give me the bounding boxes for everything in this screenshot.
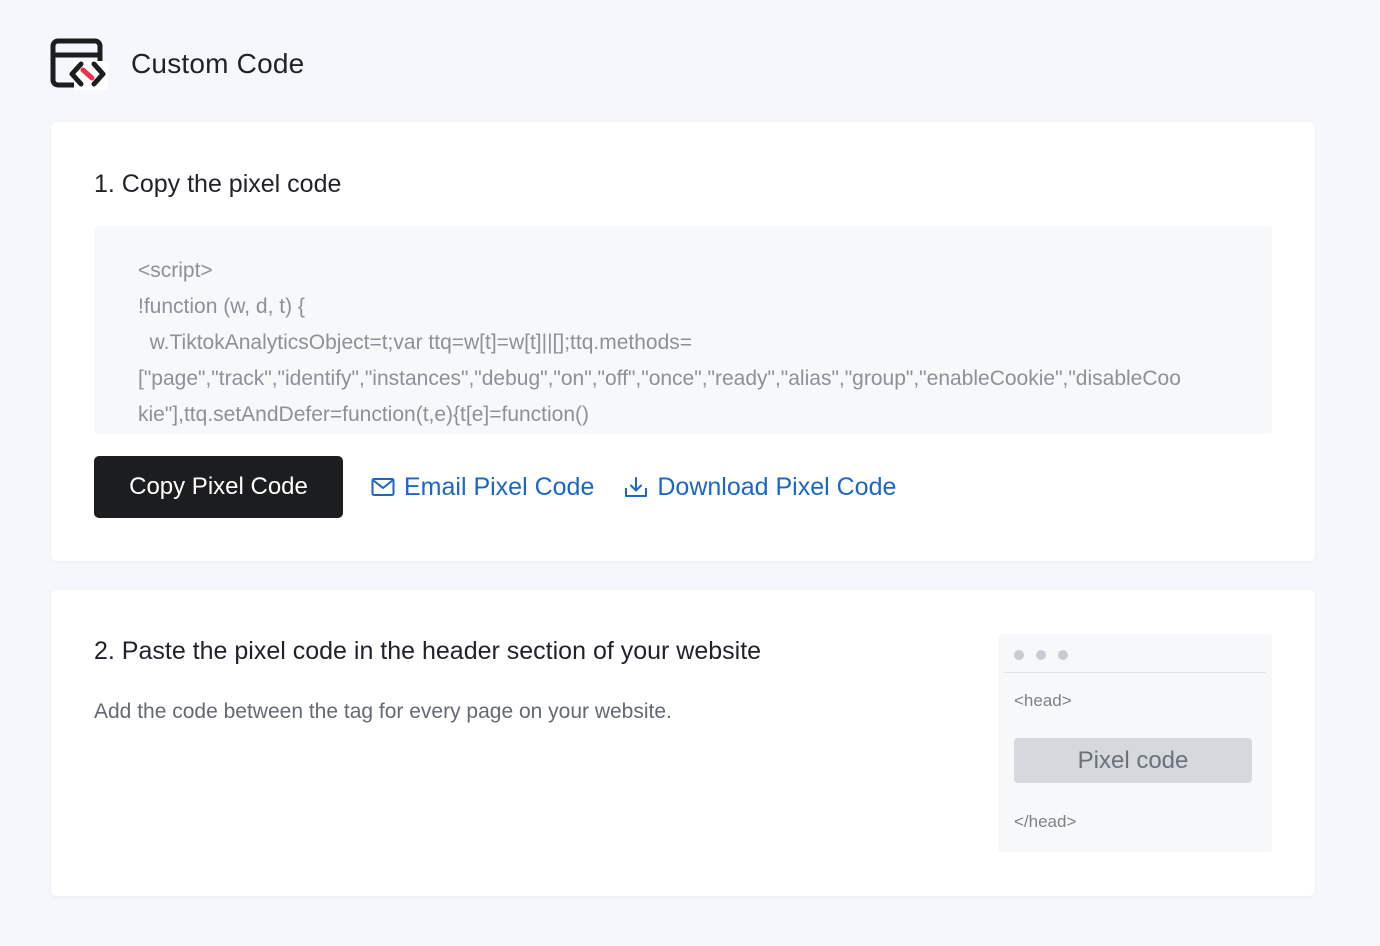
code-line: ["page","track","identify","instances","… bbox=[138, 367, 1181, 390]
paste-pixel-code-card: 2. Paste the pixel code in the header se… bbox=[51, 590, 1315, 896]
code-line: !function (w, d, t) { bbox=[138, 295, 305, 318]
code-line: kie"],ttq.setAndDefer=function(t,e){t[e]… bbox=[138, 403, 590, 426]
pixel-code-block[interactable]: <script> !function (w, d, t) { w.TiktokA… bbox=[94, 226, 1272, 434]
code-actions: Copy Pixel Code Email Pixel Code Downloa… bbox=[94, 456, 896, 518]
email-pixel-code-link[interactable]: Email Pixel Code bbox=[371, 473, 594, 502]
copy-pixel-code-button[interactable]: Copy Pixel Code bbox=[94, 456, 343, 518]
head-close-tag: </head> bbox=[1014, 812, 1077, 831]
email-pixel-code-label: Email Pixel Code bbox=[404, 472, 595, 501]
download-icon bbox=[625, 477, 648, 497]
window-dot bbox=[1058, 650, 1068, 660]
window-dot bbox=[1036, 650, 1046, 660]
download-pixel-code-link[interactable]: Download Pixel Code bbox=[624, 473, 896, 502]
header-code-preview: <head> Pixel code </head> bbox=[998, 634, 1272, 852]
pixel-code-placeholder: Pixel code bbox=[1014, 738, 1252, 783]
step-2-description: Add the code between the tag for every p… bbox=[94, 700, 672, 723]
download-pixel-code-label: Download Pixel Code bbox=[657, 472, 897, 501]
page-title: Custom Code bbox=[131, 48, 305, 79]
code-line: w.TiktokAnalyticsObject=t;var ttq=w[t]=w… bbox=[138, 331, 693, 354]
window-dots bbox=[1014, 650, 1080, 660]
preview-divider bbox=[1004, 672, 1266, 673]
page-header: Custom Code bbox=[50, 38, 304, 90]
head-open-tag: <head> bbox=[1014, 691, 1072, 710]
copy-pixel-code-card: 1. Copy the pixel code <script> !functio… bbox=[51, 122, 1315, 561]
step-2-title: 2. Paste the pixel code in the header se… bbox=[94, 637, 762, 665]
mail-icon bbox=[371, 478, 395, 496]
window-dot bbox=[1014, 650, 1024, 660]
step-1-title: 1. Copy the pixel code bbox=[94, 170, 342, 198]
code-line: <script> bbox=[138, 259, 213, 282]
custom-code-icon bbox=[50, 38, 108, 90]
